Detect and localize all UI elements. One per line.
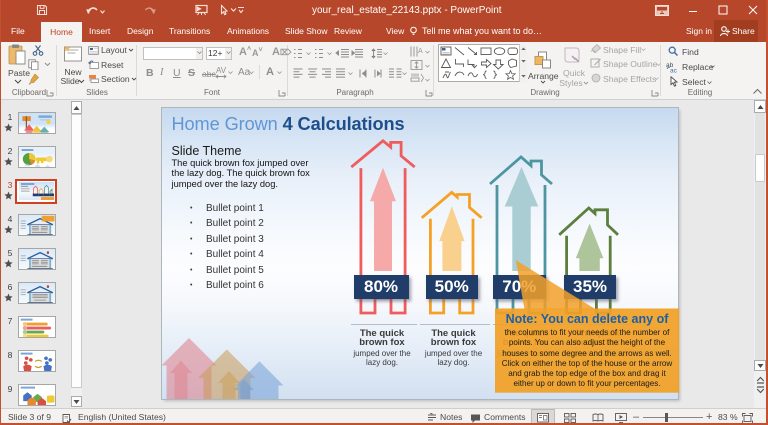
svg-text:ac: ac [670, 68, 678, 74]
svg-text:A: A [418, 48, 423, 55]
